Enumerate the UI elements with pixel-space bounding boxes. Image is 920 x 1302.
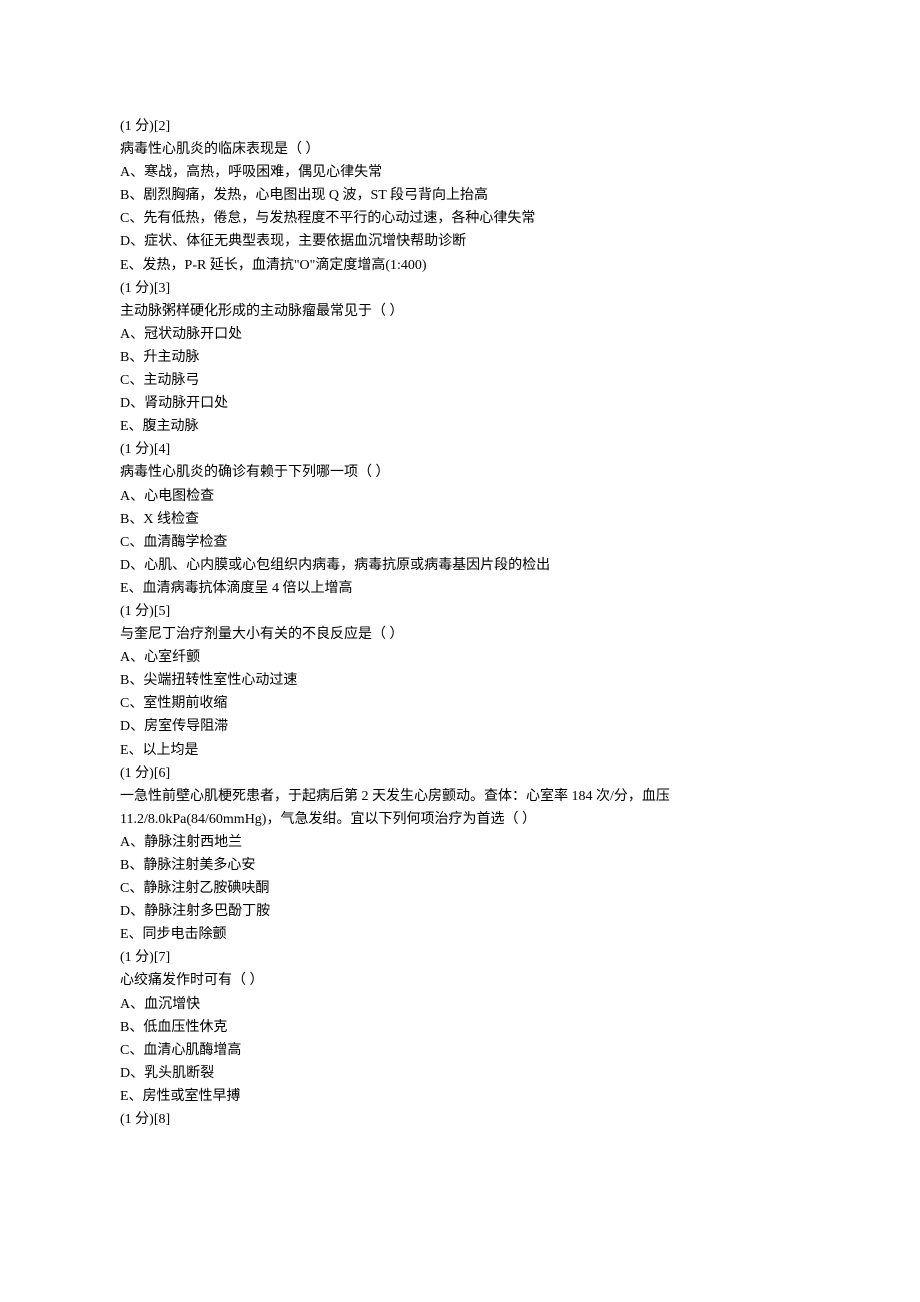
question-option: E、同步电击除颤 [120,923,800,946]
question-option: D、静脉注射多巴酚丁胺 [120,900,800,923]
question-option: D、肾动脉开口处 [120,392,800,415]
question-stem: 病毒性心肌炎的确诊有赖于下列哪一项（ ） [120,461,800,484]
question-option: A、心室纤颤 [120,646,800,669]
question-option: A、心电图检查 [120,485,800,508]
question-option: C、主动脉弓 [120,369,800,392]
question-option: E、以上均是 [120,739,800,762]
question-stem: 与奎尼丁治疗剂量大小有关的不良反应是（ ） [120,623,800,646]
question-header: (1 分)[8] [120,1108,800,1131]
question-option: B、剧烈胸痛，发热，心电图出现 Q 波，ST 段弓背向上抬高 [120,184,800,207]
question-option: B、低血压性休克 [120,1016,800,1039]
question-option: E、房性或室性早搏 [120,1085,800,1108]
question-option: E、血清病毒抗体滴度呈 4 倍以上增高 [120,577,800,600]
question-option: C、静脉注射乙胺碘呋酮 [120,877,800,900]
question-option: A、血沉增快 [120,993,800,1016]
question-option: B、X 线检查 [120,508,800,531]
question-option: E、腹主动脉 [120,415,800,438]
question-option: E、发热，P-R 延长，血清抗"O"滴定度增高(1:400) [120,254,800,277]
question-option: C、先有低热，倦怠，与发热程度不平行的心动过速，各种心律失常 [120,207,800,230]
question-stem: 一急性前壁心肌梗死患者，于起病后第 2 天发生心房颤动。查体：心室率 184 次… [120,785,800,831]
question-option: A、冠状动脉开口处 [120,323,800,346]
question-stem: 主动脉粥样硬化形成的主动脉瘤最常见于（ ） [120,300,800,323]
question-stem: 病毒性心肌炎的临床表现是（ ） [120,138,800,161]
question-header: (1 分)[2] [120,115,800,138]
question-header: (1 分)[6] [120,762,800,785]
question-option: B、升主动脉 [120,346,800,369]
question-option: C、室性期前收缩 [120,692,800,715]
question-option: B、尖端扭转性室性心动过速 [120,669,800,692]
question-option: D、乳头肌断裂 [120,1062,800,1085]
question-option: C、血清酶学检查 [120,531,800,554]
question-option: C、血清心肌酶增高 [120,1039,800,1062]
question-option: A、寒战，高热，呼吸困难，偶见心律失常 [120,161,800,184]
question-header: (1 分)[4] [120,438,800,461]
question-option: D、房室传导阻滞 [120,715,800,738]
question-option: D、症状、体征无典型表现，主要依据血沉增快帮助诊断 [120,230,800,253]
document-body: (1 分)[2]病毒性心肌炎的临床表现是（ ）A、寒战，高热，呼吸困难，偶见心律… [120,115,800,1131]
question-option: D、心肌、心内膜或心包组织内病毒，病毒抗原或病毒基因片段的检出 [120,554,800,577]
question-header: (1 分)[7] [120,946,800,969]
question-stem: 心绞痛发作时可有（ ） [120,969,800,992]
question-option: B、静脉注射美多心安 [120,854,800,877]
question-header: (1 分)[5] [120,600,800,623]
question-option: A、静脉注射西地兰 [120,831,800,854]
question-header: (1 分)[3] [120,277,800,300]
